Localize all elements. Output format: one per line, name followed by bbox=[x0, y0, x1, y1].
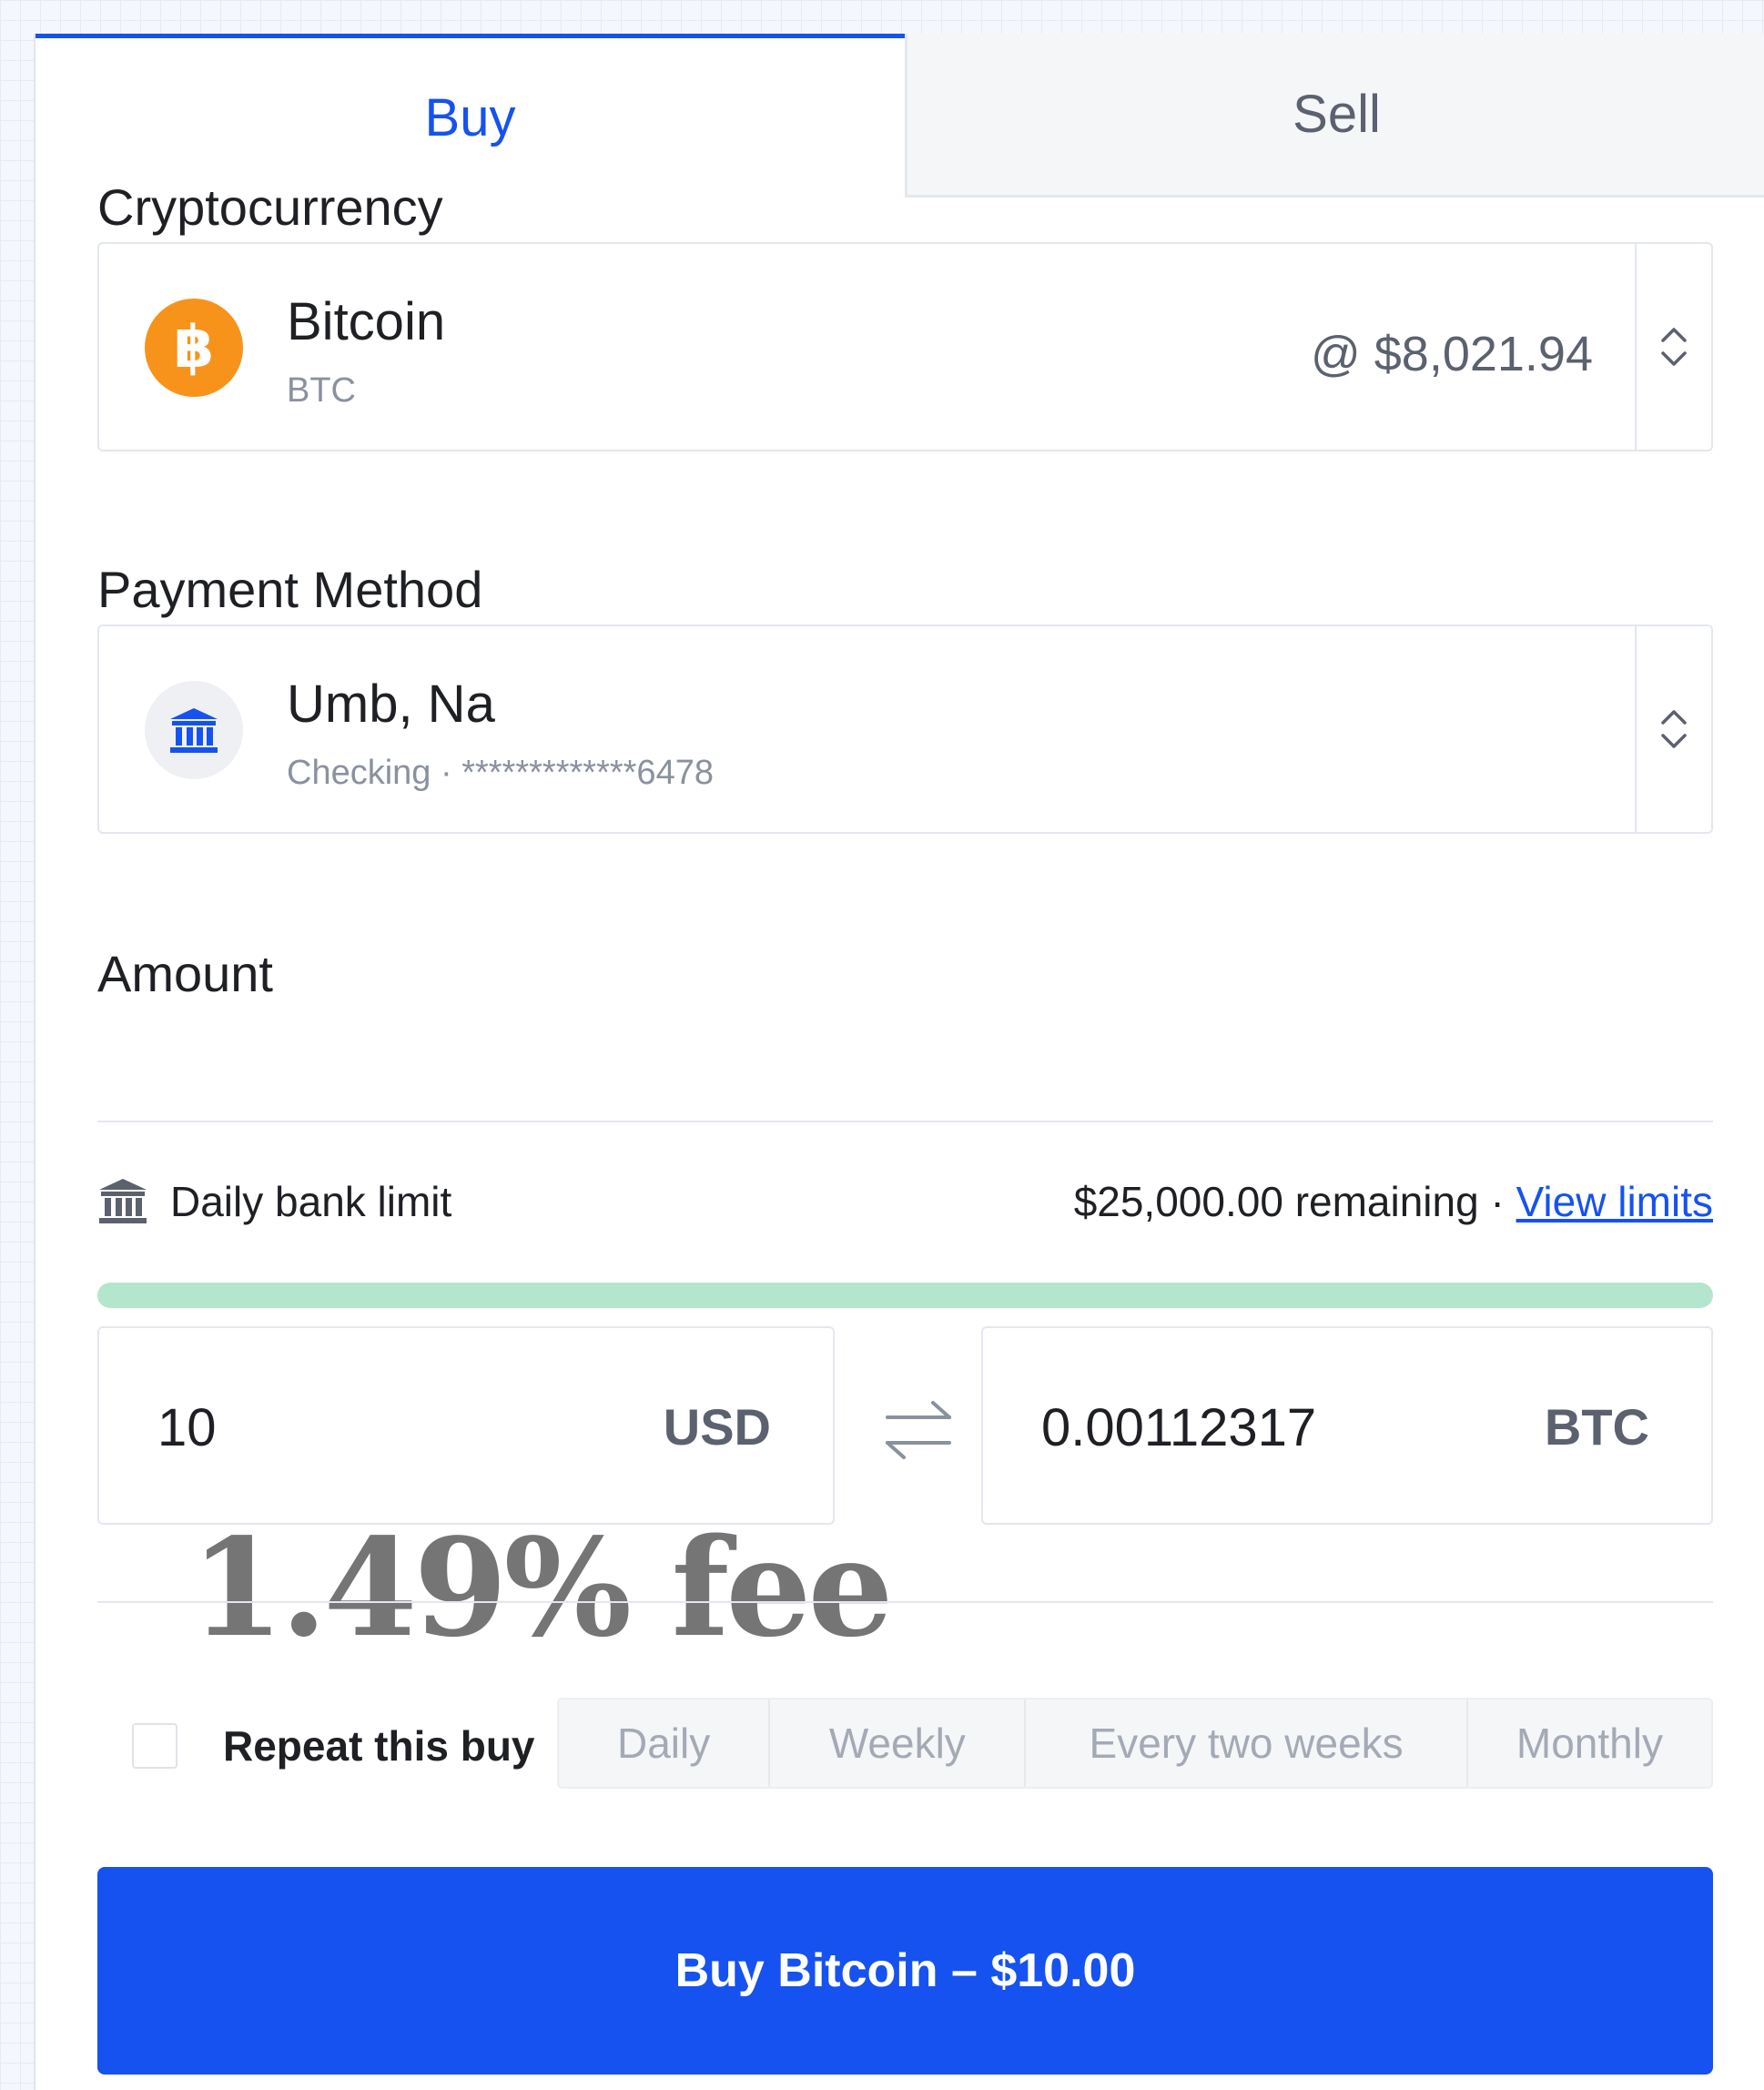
payment-method-label: Payment Method bbox=[97, 561, 483, 618]
daily-limit-progress-fill bbox=[97, 1283, 1713, 1308]
crypto-price: @ $8,021.94 bbox=[1310, 327, 1593, 381]
amount-label: Amount bbox=[97, 945, 273, 1002]
buy-bitcoin-button[interactable]: Buy Bitcoin – $10.00 bbox=[97, 1867, 1713, 2075]
repeat-divider bbox=[97, 1601, 1713, 1603]
limit-separator: · bbox=[1478, 1178, 1516, 1225]
payment-account: Checking · *************6478 bbox=[287, 754, 714, 792]
repeat-frequency-group: Daily Weekly Every two weeks Monthly bbox=[557, 1698, 1713, 1789]
repeat-buy-checkbox[interactable] bbox=[132, 1723, 177, 1769]
limit-remaining-text: $25,000.00 remaining bbox=[1073, 1178, 1479, 1225]
bitcoin-icon: ฿ bbox=[145, 299, 243, 397]
chevron-up-down-icon bbox=[1661, 328, 1687, 366]
payment-stepper[interactable] bbox=[1635, 626, 1711, 832]
frequency-option[interactable]: Every two weeks bbox=[1026, 1699, 1468, 1787]
trade-tabs: Buy Sell bbox=[35, 34, 1764, 198]
repeat-buy-row: Repeat this buy Daily Weekly Every two w… bbox=[97, 1698, 1713, 1789]
repeat-buy-label: Repeat this buy bbox=[223, 1722, 535, 1770]
frequency-option[interactable]: Weekly bbox=[770, 1699, 1027, 1787]
daily-limit-label: Daily bank limit bbox=[170, 1178, 452, 1225]
crypto-name: Bitcoin bbox=[287, 292, 446, 351]
chevron-up-down-icon bbox=[1661, 710, 1687, 748]
tab-buy[interactable]: Buy bbox=[35, 34, 905, 198]
swap-arrows-icon[interactable] bbox=[873, 1390, 964, 1472]
payment-bank-name: Umb, Na bbox=[287, 675, 495, 734]
view-limits-link[interactable]: View limits bbox=[1516, 1178, 1713, 1225]
crypto-symbol: BTC bbox=[287, 371, 356, 410]
fee-annotation: 1.49% fee bbox=[190, 1508, 894, 1667]
limit-remaining: $25,000.00 remaining · View limits bbox=[1074, 1177, 1713, 1226]
fiat-amount-box[interactable]: USD bbox=[97, 1326, 835, 1525]
payment-method-selector[interactable]: Umb, Na Checking · *************6478 bbox=[97, 624, 1713, 834]
crypto-amount-box[interactable]: BTC bbox=[981, 1326, 1713, 1525]
bank-icon bbox=[99, 1179, 147, 1223]
crypto-stepper[interactable] bbox=[1635, 244, 1711, 450]
daily-limit-progress bbox=[97, 1283, 1713, 1308]
frequency-option[interactable]: Daily bbox=[559, 1699, 771, 1787]
crypto-amount-input[interactable] bbox=[1039, 1383, 1407, 1472]
daily-limit-row: Daily bank limit $25,000.00 remaining · … bbox=[97, 1173, 1713, 1237]
crypto-unit: BTC bbox=[1544, 1398, 1649, 1456]
fiat-unit: USD bbox=[663, 1398, 771, 1456]
cryptocurrency-label: Cryptocurrency bbox=[97, 178, 443, 236]
fiat-amount-input[interactable] bbox=[156, 1383, 523, 1472]
tab-sell[interactable]: Sell bbox=[905, 34, 1764, 198]
trade-card: Buy Sell Cryptocurrency ฿ Bitcoin BTC @ … bbox=[34, 34, 1764, 2090]
cryptocurrency-selector[interactable]: ฿ Bitcoin BTC @ $8,021.94 bbox=[97, 242, 1713, 451]
frequency-option[interactable]: Monthly bbox=[1468, 1699, 1711, 1787]
amount-divider bbox=[97, 1121, 1713, 1122]
bank-icon bbox=[145, 681, 243, 779]
